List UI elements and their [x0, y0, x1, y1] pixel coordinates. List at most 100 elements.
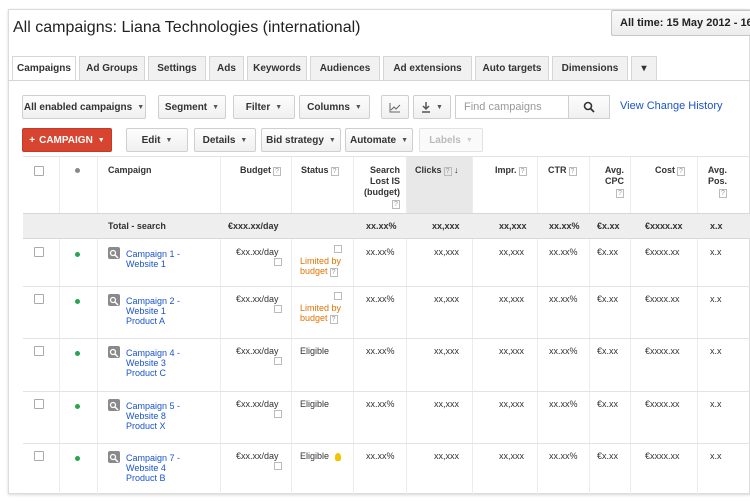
- total-ctr: xx.xx%: [549, 221, 580, 231]
- campaign-name-link[interactable]: Campaign 7 - Website 4 Product B: [126, 453, 196, 483]
- labels-button[interactable]: Labels ▼: [419, 128, 483, 152]
- plus-icon: +: [29, 134, 36, 146]
- tab-ad-groups[interactable]: Ad Groups: [79, 56, 145, 80]
- tab-dimensions[interactable]: Dimensions: [552, 56, 628, 80]
- row-checkbox[interactable]: [34, 399, 44, 409]
- budget-header-label: Budget: [240, 165, 271, 175]
- campaign-name-link[interactable]: Campaign 2 - Website 1 Product A: [126, 296, 196, 326]
- search-button[interactable]: [568, 95, 610, 119]
- campaign-name-link[interactable]: Campaign 5 - Website 8 Product X: [126, 401, 196, 431]
- column-header-avg-pos[interactable]: Avg. Pos. ?: [705, 165, 727, 198]
- row-checkbox[interactable]: [34, 451, 44, 461]
- help-icon[interactable]: ?: [330, 167, 339, 176]
- column-header-impr[interactable]: Impr.?: [495, 165, 527, 176]
- cpc-cell: €x.xx: [597, 247, 619, 257]
- tabs-divider: [8, 80, 750, 81]
- search-lost-line-1: Search: [369, 165, 400, 175]
- chevron-down-icon: ▼: [137, 103, 145, 111]
- tab-ad-extensions[interactable]: Ad extensions: [383, 56, 472, 80]
- chevron-down-icon: ▼: [275, 103, 283, 111]
- tab-keywords[interactable]: Keywords: [247, 56, 307, 80]
- tab-audiences[interactable]: Audiences: [310, 56, 380, 80]
- edit-button[interactable]: Edit ▼: [126, 128, 188, 152]
- column-header-budget[interactable]: Budget?: [240, 165, 281, 176]
- campaign-name-link[interactable]: Campaign 4 - Website 3 Product C: [126, 348, 196, 378]
- columns-button[interactable]: Columns ▼: [299, 95, 370, 119]
- help-icon[interactable]: ?: [273, 167, 281, 176]
- column-header-ctr[interactable]: CTR?: [548, 165, 577, 176]
- row-checkbox[interactable]: [34, 294, 44, 304]
- column-header-status[interactable]: Status?: [301, 165, 339, 176]
- edit-budget-icon[interactable]: [274, 357, 282, 365]
- chart-toggle-button[interactable]: [381, 95, 409, 119]
- filter-label: Filter: [245, 101, 271, 113]
- row-checkbox[interactable]: [34, 247, 44, 257]
- edit-budget-icon[interactable]: [274, 258, 282, 266]
- help-icon[interactable]: ?: [443, 167, 452, 176]
- total-label: Total - search: [108, 221, 166, 231]
- help-icon[interactable]: ?: [616, 189, 624, 198]
- lightbulb-icon[interactable]: [335, 453, 341, 461]
- segment-button[interactable]: Segment ▼: [158, 95, 226, 119]
- tab-campaigns[interactable]: Campaigns: [12, 56, 76, 81]
- select-all-checkbox[interactable]: [34, 166, 44, 176]
- search-icon: [583, 101, 595, 113]
- enabled-status-icon: [75, 456, 80, 461]
- campaign-filter-label: All enabled campaigns: [23, 101, 133, 113]
- budget-cell: €xx.xx/day: [236, 399, 279, 409]
- add-campaign-button[interactable]: + CAMPAIGN ▼: [22, 128, 112, 152]
- total-cost: €xxxx.xx: [645, 221, 683, 231]
- ctr-header-label: CTR: [548, 165, 567, 175]
- bid-strategy-button[interactable]: Bid strategy ▼: [261, 128, 341, 152]
- edit-budget-icon[interactable]: [274, 462, 282, 470]
- total-impr: xx,xxx: [499, 221, 527, 231]
- impr-cell: xx,xxx: [499, 346, 525, 356]
- date-range-selector[interactable]: All time: 15 May 2012 - 16: [611, 10, 750, 36]
- column-header-search-lost-is[interactable]: Search Lost IS (budget) ?: [358, 165, 400, 209]
- help-icon[interactable]: ?: [677, 167, 685, 176]
- help-icon[interactable]: ?: [329, 315, 338, 324]
- clicks-cell: xx,xxx: [434, 346, 460, 356]
- column-header-clicks[interactable]: Clicks? ↓: [415, 165, 459, 176]
- bar-chart-icon[interactable]: [334, 292, 342, 300]
- cost-cell: €xxxx.xx: [645, 346, 680, 356]
- edit-label: Edit: [141, 134, 161, 146]
- lost-is-cell: xx.xx%: [366, 294, 395, 304]
- clicks-header-label: Clicks: [415, 165, 442, 175]
- row-divider: [23, 286, 750, 287]
- row-checkbox[interactable]: [34, 346, 44, 356]
- automate-button[interactable]: Automate ▼: [345, 128, 413, 152]
- campaign-name-link[interactable]: Campaign 1 - Website 1: [126, 249, 196, 269]
- view-change-history-link[interactable]: View Change History: [620, 100, 723, 112]
- tab-auto-targets[interactable]: Auto targets: [475, 56, 549, 80]
- help-icon[interactable]: ?: [392, 200, 400, 209]
- details-button[interactable]: Details ▼: [194, 128, 256, 152]
- help-icon[interactable]: ?: [518, 167, 527, 176]
- line-chart-icon: [389, 102, 401, 112]
- bar-chart-icon[interactable]: [334, 245, 342, 253]
- cost-cell: €xxxx.xx: [645, 399, 680, 409]
- help-icon[interactable]: ?: [329, 268, 338, 277]
- ctr-cell: xx.xx%: [549, 399, 578, 409]
- campaign-filter-dropdown[interactable]: All enabled campaigns ▼: [22, 95, 146, 119]
- campaign-name-line: Website 8: [126, 411, 166, 421]
- edit-budget-icon[interactable]: [274, 305, 282, 313]
- tab-more[interactable]: ▾: [631, 56, 657, 80]
- status-line-text: budget: [300, 313, 328, 323]
- help-icon[interactable]: ?: [568, 167, 577, 176]
- campaign-name-line: Product A: [126, 316, 166, 326]
- tab-ads[interactable]: Ads: [209, 56, 244, 80]
- campaign-search-icon: [108, 399, 120, 411]
- column-header-cost[interactable]: Cost?: [655, 165, 685, 176]
- help-icon[interactable]: ?: [719, 189, 727, 198]
- row-divider: [23, 338, 750, 339]
- impr-cell: xx,xxx: [499, 451, 525, 461]
- download-button[interactable]: ▼: [413, 95, 451, 119]
- filter-button[interactable]: Filter ▼: [233, 95, 295, 119]
- column-header-campaign[interactable]: Campaign: [108, 165, 152, 176]
- tab-settings[interactable]: Settings: [148, 56, 206, 80]
- edit-budget-icon[interactable]: [274, 410, 282, 418]
- column-header-avg-cpc[interactable]: Avg. CPC ?: [598, 165, 624, 198]
- lost-is-cell: xx.xx%: [366, 451, 395, 461]
- search-input[interactable]: Find campaigns: [455, 95, 569, 119]
